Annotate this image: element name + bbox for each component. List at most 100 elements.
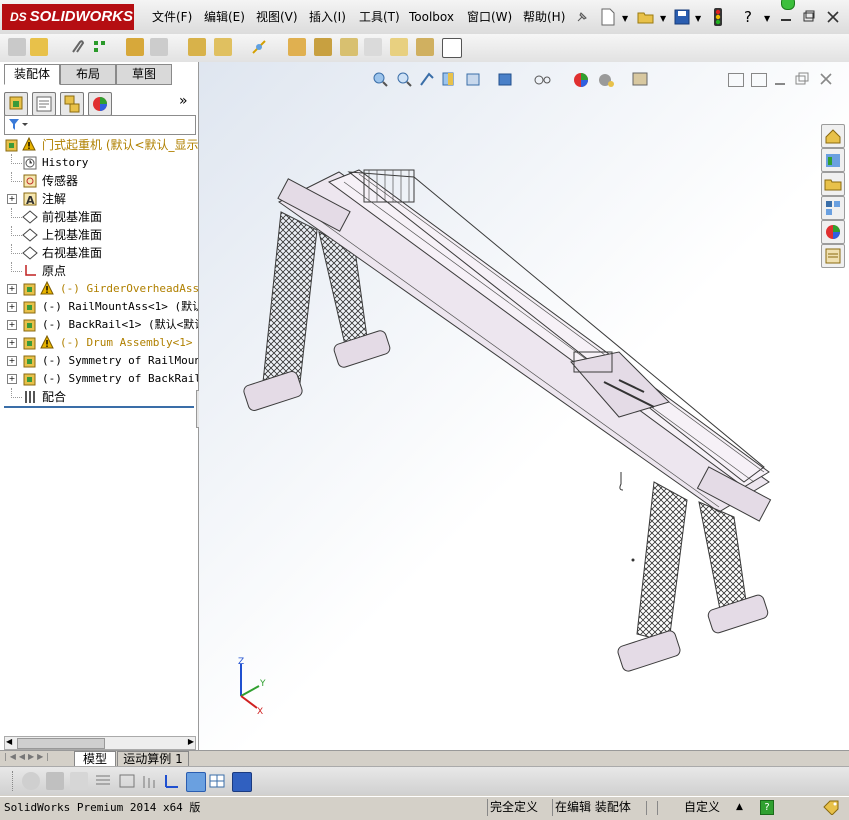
new-document-icon[interactable] — [598, 7, 618, 27]
mate-paperclip-icon[interactable] — [68, 38, 86, 56]
smart-fasteners-icon[interactable] — [126, 38, 144, 56]
menu-view[interactable]: 视图(V) — [254, 8, 300, 26]
tree-item[interactable]: 右视基准面 — [0, 244, 198, 262]
minimize-window-icon[interactable] — [780, 10, 792, 22]
tree-horizontal-scrollbar[interactable]: ◀ ▶ — [4, 736, 196, 750]
viewport-layout-icon[interactable] — [208, 772, 226, 790]
property-manager-icon[interactable] — [32, 92, 56, 116]
menu-help[interactable]: 帮助(H) — [521, 8, 567, 26]
graphics-area[interactable]: Z Y X — [199, 62, 849, 750]
units-dropdown-arrow-icon[interactable]: ▲ — [736, 799, 743, 816]
solidworks-resources-icon[interactable] — [821, 124, 845, 148]
help-icon[interactable]: ? — [744, 8, 752, 26]
new-motion-study-icon[interactable] — [288, 38, 306, 56]
configuration-manager-icon[interactable] — [60, 92, 84, 116]
new-dropdown-icon[interactable]: ▼ — [622, 14, 628, 23]
open-folder-icon[interactable] — [636, 7, 656, 27]
menu-insert[interactable]: 插入(I) — [307, 8, 348, 26]
rebuild-traffic-light-icon[interactable] — [708, 7, 728, 27]
tree-item[interactable]: 配合 — [0, 388, 198, 406]
expand-toggle-icon[interactable]: + — [7, 302, 17, 312]
tag-icon[interactable] — [822, 799, 840, 816]
tree-item[interactable]: 上视基准面 — [0, 226, 198, 244]
exploded-view-icon[interactable] — [340, 38, 358, 56]
expand-toggle-icon[interactable]: + — [7, 356, 17, 366]
menu-toolbox[interactable]: Toolbox — [407, 8, 456, 26]
tree-item[interactable]: + (-) Symmetry of BackRail< — [0, 370, 198, 388]
tree-item[interactable]: + (-) GirderOverheadAssem — [0, 280, 198, 298]
linear-pattern-icon[interactable] — [92, 38, 110, 56]
save-dropdown-icon[interactable]: ▼ — [695, 14, 701, 23]
assembly-toolbar — [0, 34, 849, 63]
tab-layout[interactable]: 布局 — [60, 64, 116, 85]
help-dropdown-icon[interactable]: ▼ — [764, 14, 770, 23]
interference-detection-icon[interactable] — [390, 38, 408, 56]
expand-toggle-icon[interactable]: + — [7, 284, 17, 294]
tab-assembly[interactable]: 装配体 — [4, 64, 60, 85]
assembly-features-icon[interactable] — [214, 38, 232, 56]
tree-item[interactable]: 门式起重机 (默认<默认_显示 — [0, 136, 198, 154]
quick-tips-help-icon[interactable]: ? — [760, 800, 774, 815]
feature-manager-tree-icon[interactable] — [4, 92, 28, 116]
show-hidden-icon[interactable] — [188, 38, 206, 56]
tree-filter-input[interactable] — [4, 115, 196, 135]
expand-toggle-icon[interactable]: + — [7, 194, 17, 204]
tree-item[interactable]: 传感器 — [0, 172, 198, 190]
tree-item[interactable]: 原点 — [0, 262, 198, 280]
file-explorer-icon[interactable] — [821, 172, 845, 196]
insert-component-icon[interactable] — [8, 38, 26, 56]
tree-item[interactable]: + (-) RailMountAss<1> (默认< — [0, 298, 198, 316]
status-units[interactable]: 自定义 — [684, 799, 720, 816]
view-palette-icon[interactable] — [821, 196, 845, 220]
tree-item[interactable]: History — [0, 154, 198, 172]
menu-edit[interactable]: 编辑(E) — [202, 8, 247, 26]
expand-toggle-icon[interactable]: + — [7, 338, 17, 348]
menu-file[interactable]: 文件(F) — [150, 8, 194, 26]
tree-item[interactable]: 前视基准面 — [0, 208, 198, 226]
tree-item[interactable]: + (-) BackRail<1> (默认<默认 — [0, 316, 198, 334]
scroll-right-arrow-icon[interactable]: ▶ — [188, 737, 194, 746]
solidworks-logo[interactable]: DS SOLIDWORKS — [2, 4, 134, 30]
clearance-verification-icon[interactable] — [416, 38, 434, 56]
pin-menu-icon[interactable] — [572, 7, 592, 27]
custom-properties-icon[interactable] — [821, 244, 845, 268]
open-dropdown-icon[interactable]: ▼ — [660, 14, 666, 23]
explode-line-sketch-icon[interactable] — [364, 38, 382, 56]
menu-window[interactable]: 窗口(W) — [465, 8, 514, 26]
wireframe-icon[interactable] — [118, 772, 136, 790]
shaded-icon[interactable] — [46, 772, 64, 790]
tree-item[interactable]: + (-) Drum Assembly<1> (默 — [0, 334, 198, 352]
instant3d-icon[interactable] — [442, 38, 462, 58]
standard-views-cube-icon[interactable] — [186, 772, 206, 792]
scrollbar-thumb[interactable] — [17, 738, 105, 749]
expand-toggle-icon[interactable]: + — [7, 320, 17, 330]
gantry-crane-model[interactable] — [199, 62, 849, 750]
tab-sketch[interactable]: 草图 — [116, 64, 172, 85]
render-tools-icon[interactable] — [232, 772, 252, 792]
display-manager-icon[interactable] — [88, 92, 112, 116]
tree-item[interactable]: + A 注解 — [0, 190, 198, 208]
appearances-scenes-icon[interactable] — [821, 220, 845, 244]
design-library-icon[interactable] — [821, 148, 845, 172]
triad-toggle-icon[interactable] — [163, 772, 181, 790]
menu-tools[interactable]: 工具(T) — [357, 8, 402, 26]
bill-of-materials-icon[interactable] — [314, 38, 332, 56]
new-part-icon[interactable] — [30, 38, 48, 56]
rollback-bar[interactable] — [4, 406, 194, 408]
panel-more-chevron-icon[interactable]: » — [179, 93, 188, 109]
scroll-left-arrow-icon[interactable]: ◀ — [6, 737, 12, 746]
task-pane-tabs — [821, 124, 847, 274]
hidden-lines-visible-icon[interactable] — [94, 772, 112, 790]
tree-item-label: 前视基准面 — [42, 210, 103, 224]
section-plane-icon[interactable] — [140, 772, 158, 790]
reference-geometry-icon[interactable] — [250, 38, 268, 56]
tab-scroll-arrows-icon[interactable]: |◀◀▶▶| — [4, 752, 70, 765]
restore-window-icon[interactable] — [803, 10, 815, 22]
hidden-lines-removed-icon[interactable] — [70, 772, 88, 790]
close-window-icon[interactable] — [826, 10, 840, 24]
shaded-with-edges-icon[interactable] — [22, 772, 40, 790]
save-icon[interactable] — [672, 7, 692, 27]
move-component-icon[interactable] — [150, 38, 168, 56]
expand-toggle-icon[interactable]: + — [7, 374, 17, 384]
tree-item[interactable]: + (-) Symmetry of RailMountA — [0, 352, 198, 370]
